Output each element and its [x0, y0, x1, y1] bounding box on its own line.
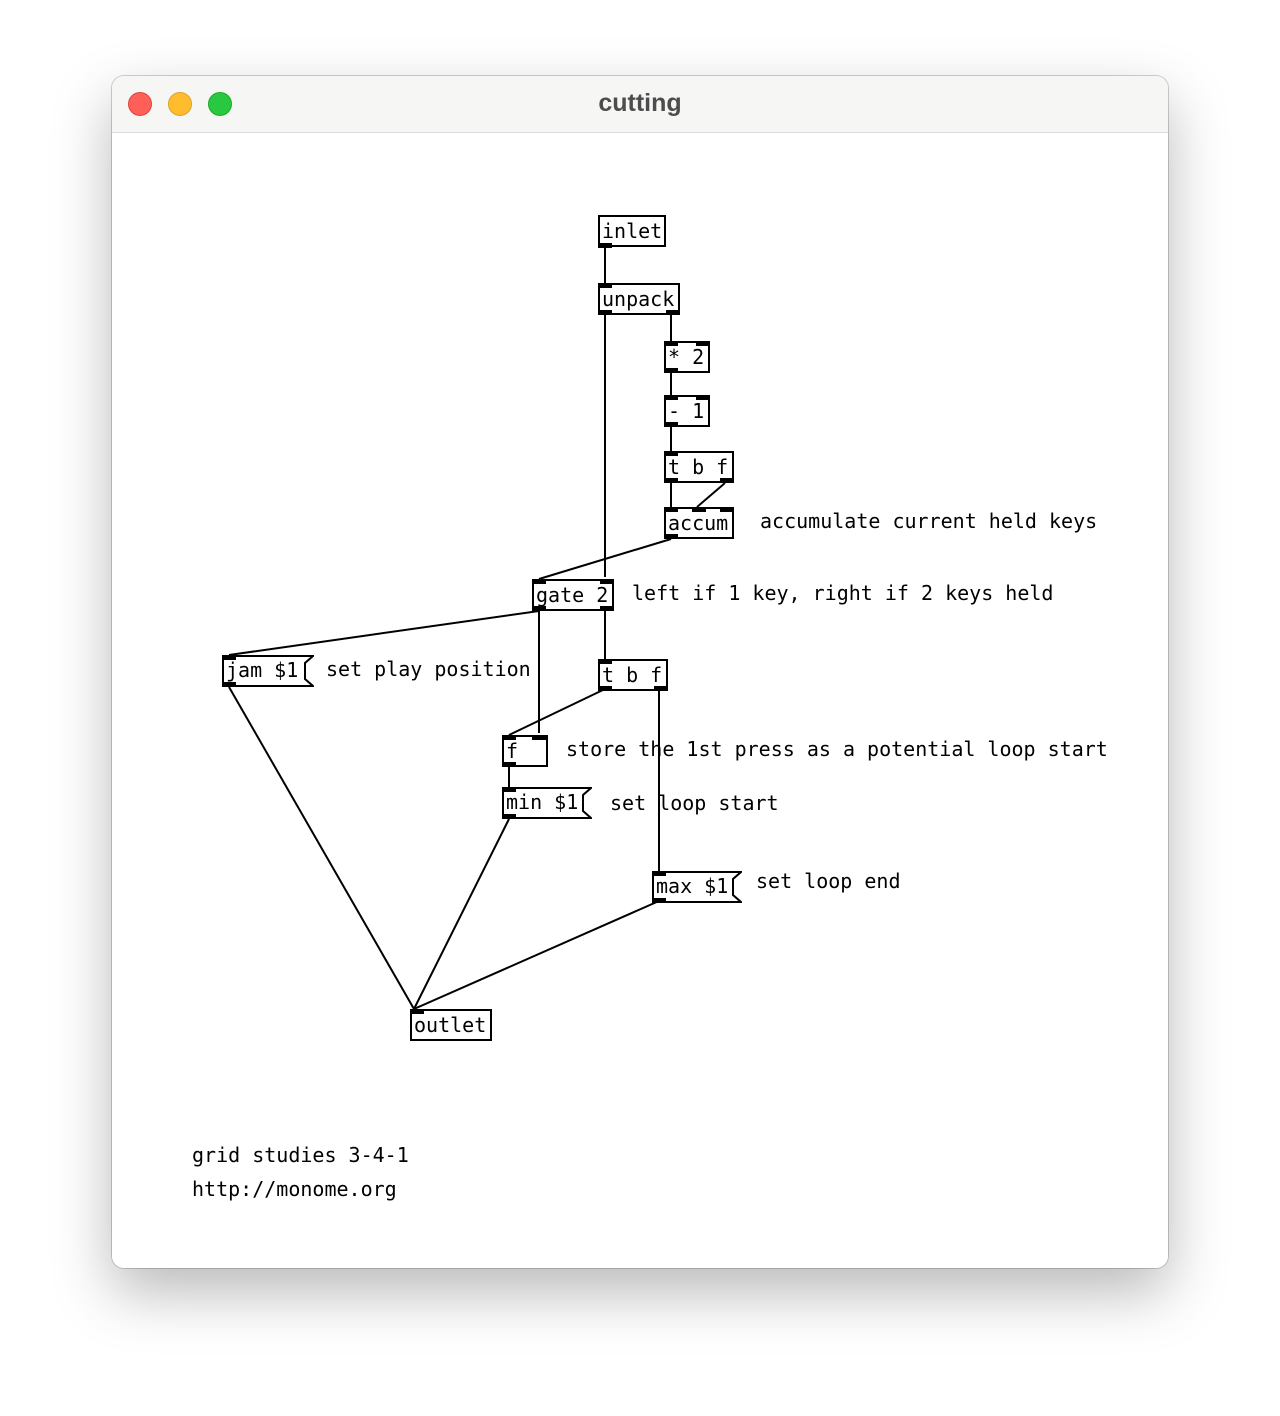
inlet-port[interactable]	[664, 341, 678, 346]
outlet-port[interactable]	[664, 478, 678, 483]
inlet-port[interactable]	[598, 283, 612, 288]
connection	[413, 900, 660, 1010]
max-message-label: max $1	[656, 874, 729, 898]
outlet-port[interactable]	[598, 686, 612, 691]
inlet-port[interactable]	[664, 507, 678, 512]
outlet-port[interactable]	[654, 686, 668, 691]
comment-accumulate: accumulate current held keys	[760, 509, 1098, 533]
connection	[696, 482, 726, 508]
outlet-port[interactable]	[598, 243, 612, 248]
title-bar[interactable]: cutting	[112, 76, 1168, 133]
outlet-port[interactable]	[664, 368, 678, 373]
inlet-port[interactable]	[222, 655, 236, 660]
comment-min: set loop start	[610, 791, 779, 815]
connection	[228, 610, 540, 656]
outlet-port[interactable]	[502, 762, 516, 767]
window-title: cutting	[598, 89, 682, 117]
inlet-port[interactable]	[696, 341, 710, 346]
inlet-port[interactable]	[502, 735, 516, 740]
outlet-port[interactable]	[600, 606, 614, 611]
outlet-port[interactable]	[532, 606, 546, 611]
inlet-port[interactable]	[598, 659, 612, 664]
outlet-port[interactable]	[664, 422, 678, 427]
inlet-port[interactable]	[532, 579, 546, 584]
comment-float: store the 1st press as a potential loop …	[566, 737, 1108, 761]
inlet-port[interactable]	[502, 787, 516, 792]
patch-canvas[interactable]: inlet unpack * 2 - 1 t b f accum accumul…	[112, 133, 1168, 1268]
comment-max: set loop end	[756, 869, 901, 893]
inlet-port[interactable]	[600, 579, 614, 584]
connection	[413, 818, 510, 1010]
credit-url: http://monome.org	[192, 1177, 397, 1201]
connection	[508, 688, 606, 736]
inlet-port[interactable]	[410, 1009, 424, 1014]
inlet-port[interactable]	[692, 507, 706, 512]
outlet-port[interactable]	[664, 534, 678, 539]
outlet-port[interactable]	[652, 898, 666, 903]
min-message-label: min $1	[506, 790, 579, 814]
inlet-port[interactable]	[652, 871, 666, 876]
outlet-port[interactable]	[720, 478, 734, 483]
outlet-port[interactable]	[502, 814, 516, 819]
jam-message-label: jam $1	[226, 658, 299, 682]
inlet-port[interactable]	[532, 735, 546, 740]
comment-gate: left if 1 key, right if 2 keys held	[632, 581, 1054, 605]
inlet-port[interactable]	[696, 395, 710, 400]
credit-title: grid studies 3-4-1	[192, 1143, 409, 1167]
inlet-port[interactable]	[720, 507, 734, 512]
outlet-port[interactable]	[598, 310, 612, 315]
connection	[228, 686, 415, 1010]
patch-window: cutting inlet unpack * 2 - 1 t b f accum…	[112, 76, 1168, 1268]
inlet-port[interactable]	[664, 451, 678, 456]
outlet-port[interactable]	[222, 682, 236, 687]
inlet-port[interactable]	[664, 395, 678, 400]
comment-jam: set play position	[326, 657, 531, 681]
outlet-port[interactable]	[666, 310, 680, 315]
